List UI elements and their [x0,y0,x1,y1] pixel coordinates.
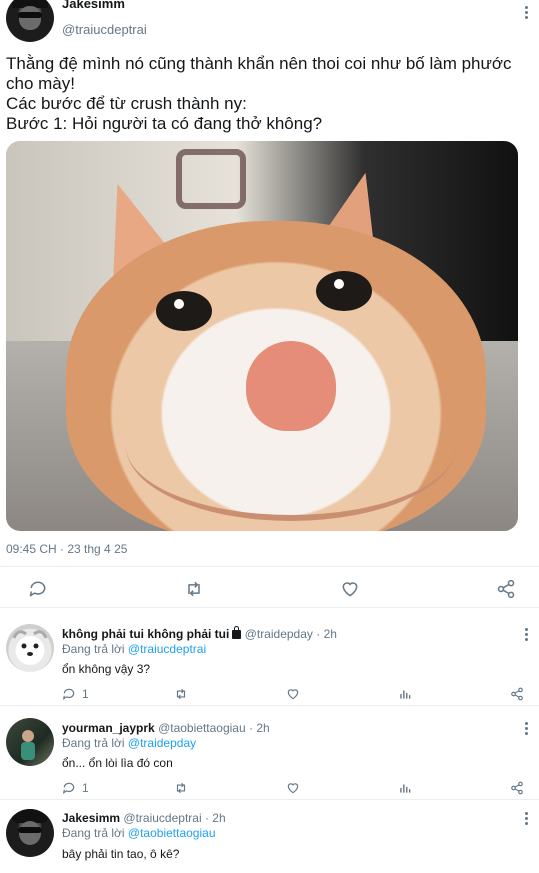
author-handle[interactable]: @traiucdeptrai [62,22,147,37]
replying-label: Đang trả lời [62,736,125,750]
share-icon[interactable] [510,779,524,797]
retweet-icon[interactable] [184,579,204,599]
tweet-text-line: Các bước để từ crush thành ny: [6,94,247,113]
reply-text: ổn... ổn lòi lìa đó con [62,756,173,770]
replying-to: Đang trả lời @taobiettaogiau [62,826,216,840]
author-name[interactable]: Jakesimm [62,0,125,11]
avatar[interactable] [6,809,54,857]
analytics-icon[interactable] [398,685,412,703]
more-options-icon[interactable] [524,6,528,20]
share-icon[interactable] [510,685,524,703]
reply-author[interactable]: Jakesimm @traiucdeptrai · 2h [62,811,226,825]
reply-time: · 2h [204,811,226,825]
reply-author-name[interactable]: Jakesimm [62,811,120,825]
more-options-icon[interactable] [524,722,528,736]
replying-label: Đang trả lời [62,642,125,656]
reply-author-handle[interactable]: @traidepday [245,627,313,641]
lock-icon [232,626,242,639]
reply-action-bar: 1 [62,779,532,797]
reply-time: · 2h [249,721,270,735]
share-icon[interactable] [496,579,516,599]
author-avatar[interactable] [6,0,54,42]
reply-time: · 2h [316,627,337,641]
tweet-timestamp: 09:45 CH · 23 thg 4 25 [6,542,128,556]
replying-mention[interactable]: @traidepday [128,736,196,750]
like-icon[interactable] [340,579,360,599]
reply-author-handle[interactable]: @taobiettaogiau [158,721,246,735]
tweet-image[interactable] [6,141,518,531]
reply-text: ổn không vậy 3? [62,662,151,676]
reply-author-name[interactable]: yourman_jayprk [62,721,155,735]
tweet-action-bar [0,566,539,608]
avatar[interactable] [6,718,54,766]
reply-text: bây phải tin tao, ô kê? [62,847,180,861]
replying-label: Đang trả lời [62,826,125,840]
retweet-icon[interactable] [174,779,188,797]
reply-item[interactable]: không phải tui không phải tui @traidepda… [0,612,539,706]
reply-author[interactable]: yourman_jayprk @taobiettaogiau · 2h [62,721,270,735]
replying-mention[interactable]: @taobiettaogiau [128,826,216,840]
reply-item[interactable]: yourman_jayprk @taobiettaogiau · 2h Đang… [0,706,539,800]
reply-button[interactable]: 1 [62,779,89,797]
replying-to: Đang trả lời @traidepday [62,736,196,750]
more-options-icon[interactable] [524,628,528,642]
like-icon[interactable] [286,779,300,797]
avatar[interactable] [6,624,54,672]
replying-to: Đang trả lời @traiucdeptrai [62,642,206,656]
tweet-text-line: Bước 1: Hỏi người ta có đang thở không? [6,114,323,133]
retweet-icon[interactable] [174,685,188,703]
reply-author[interactable]: không phải tui không phải tui @traidepda… [62,626,337,641]
reply-button[interactable]: 1 [62,685,89,703]
tweet-text-line: Thằng đệ mình nó cũng thành khẩn nên tho… [6,54,517,93]
like-icon[interactable] [286,685,300,703]
reply-author-name[interactable]: không phải tui không phải tui [62,627,229,641]
replying-mention[interactable]: @traiucdeptrai [128,642,206,656]
more-options-icon[interactable] [524,812,528,826]
reply-author-handle[interactable]: @traiucdeptrai [123,811,201,825]
reply-count: 1 [82,781,89,795]
main-tweet: Jakesimm @traiucdeptrai Thằng đệ mình nó… [0,0,539,608]
analytics-icon[interactable] [398,779,412,797]
reply-count: 1 [82,687,89,701]
reply-item[interactable]: Jakesimm @traiucdeptrai · 2h Đang trả lờ… [0,800,539,873]
reply-icon [62,782,75,794]
reply-icon [62,688,75,700]
tweet-text: Thằng đệ mình nó cũng thành khẩn nên tho… [6,54,534,134]
reply-action-bar: 1 [62,685,532,703]
reply-icon[interactable] [28,579,48,599]
